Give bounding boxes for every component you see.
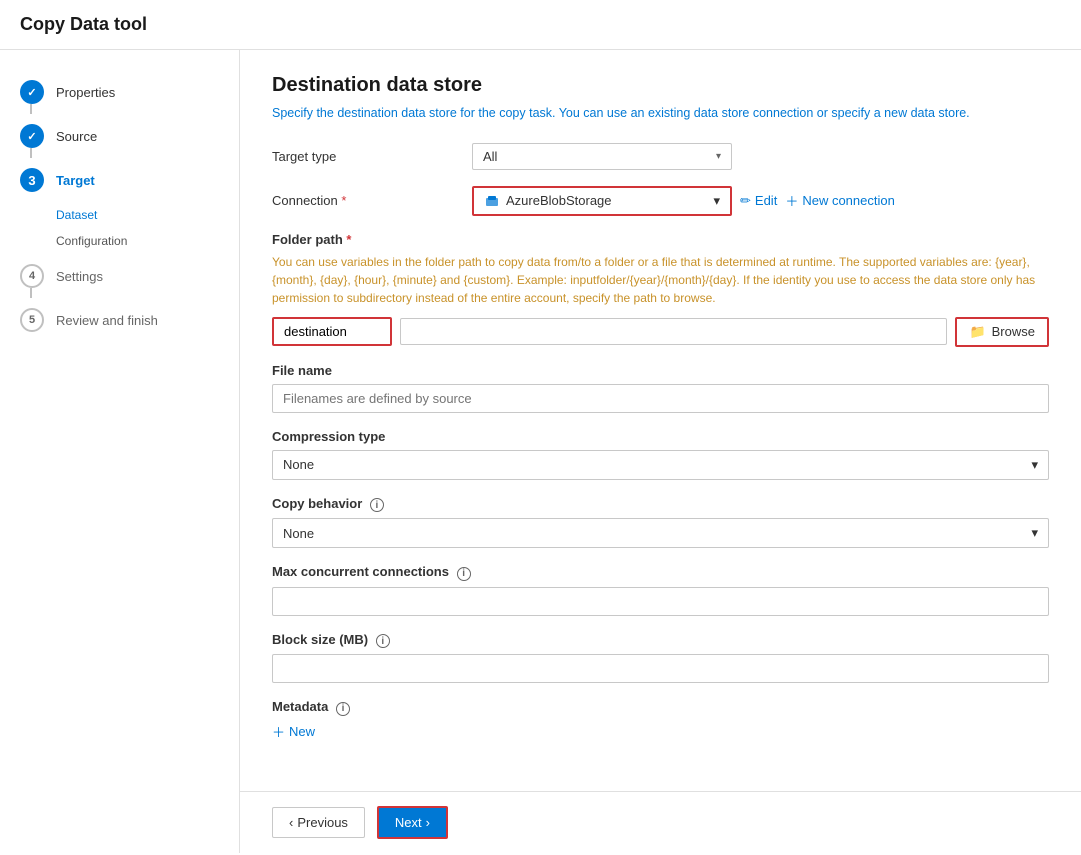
compression-type-select[interactable]: None ▾ (272, 450, 1049, 480)
copy-behavior-chevron-icon: ▾ (1031, 525, 1038, 541)
sidebar-item-settings[interactable]: 4 Settings (0, 254, 239, 298)
connection-label: Connection * (272, 193, 472, 208)
plus-icon: ＋ (785, 191, 798, 210)
folder-path-required: * (343, 232, 352, 247)
block-size-input[interactable] (272, 654, 1049, 683)
block-size-label: Block size (MB) i (272, 632, 1049, 649)
file-name-label: File name (272, 363, 1049, 378)
folder-path-label: Folder path * (272, 232, 1049, 247)
connection-row: Connection * AzureBlobStorage (272, 186, 1049, 216)
target-type-value: All (483, 149, 497, 164)
next-button[interactable]: Next › (377, 806, 448, 839)
max-concurrent-input[interactable] (272, 587, 1049, 616)
sidebar-item-source[interactable]: ✓ Source (0, 114, 239, 158)
target-type-row: Target type All ▾ (272, 143, 1049, 170)
edit-label: Edit (755, 193, 777, 208)
copy-behavior-section: Copy behavior i None ▾ (272, 496, 1049, 549)
previous-label: Previous (297, 815, 348, 830)
connection-value: AzureBlobStorage (506, 193, 612, 208)
metadata-label: Metadata i (272, 699, 1049, 716)
connection-control: AzureBlobStorage ▾ ✏ Edit ＋ New connecti… (472, 186, 1049, 216)
folder-path-rest-input[interactable] (400, 318, 947, 345)
page-description: Specify the destination data store for t… (272, 105, 1049, 123)
footer: ‹ Previous Next › (240, 791, 1081, 853)
step-circle-properties: ✓ (20, 80, 44, 104)
target-type-label: Target type (272, 149, 472, 164)
copy-behavior-value: None (283, 526, 314, 541)
max-concurrent-section: Max concurrent connections i (272, 564, 1049, 616)
app-title: Copy Data tool (0, 0, 1081, 50)
metadata-info-icon: i (336, 702, 350, 716)
folder-path-input[interactable] (272, 317, 392, 346)
step-circle-settings: 4 (20, 264, 44, 288)
previous-button[interactable]: ‹ Previous (272, 807, 365, 838)
connection-select[interactable]: AzureBlobStorage ▾ (472, 186, 732, 216)
sidebar-sub-configuration[interactable]: Configuration (0, 228, 239, 254)
folder-path-row: 📁 Browse (272, 317, 1049, 347)
copy-behavior-info-icon: i (370, 498, 384, 512)
step-circle-review: 5 (20, 308, 44, 332)
max-concurrent-info-icon: i (457, 567, 471, 581)
new-connection-label: New connection (802, 193, 895, 208)
metadata-section: Metadata i ＋ New (272, 699, 1049, 741)
sidebar-item-target[interactable]: 3 Target (0, 158, 239, 202)
target-type-control: All ▾ (472, 143, 1049, 170)
compression-type-section: Compression type None ▾ (272, 429, 1049, 480)
previous-chevron-icon: ‹ (289, 815, 293, 830)
next-label: Next (395, 815, 422, 830)
folder-path-info: You can use variables in the folder path… (272, 253, 1049, 307)
file-name-section: File name (272, 363, 1049, 413)
step-circle-source: ✓ (20, 124, 44, 148)
compression-type-label: Compression type (272, 429, 1049, 444)
connection-required: * (338, 193, 347, 208)
page-title: Destination data store (272, 74, 1049, 97)
copy-behavior-select[interactable]: None ▾ (272, 518, 1049, 548)
copy-behavior-label: Copy behavior i (272, 496, 1049, 513)
target-type-select[interactable]: All ▾ (472, 143, 732, 170)
sidebar-sub-dataset[interactable]: Dataset (0, 202, 239, 228)
next-chevron-icon: › (426, 815, 430, 830)
add-metadata-button[interactable]: ＋ New (272, 722, 315, 741)
step-label-settings: Settings (56, 269, 103, 284)
step-label-properties: Properties (56, 85, 115, 100)
edit-connection-button[interactable]: ✏ Edit (740, 193, 777, 209)
step-sub-label-configuration: Configuration (56, 234, 127, 248)
compression-type-value: None (283, 457, 314, 472)
sidebar: ✓ Properties ✓ Source 3 Target Dataset C… (0, 50, 240, 853)
edit-icon: ✏ (740, 193, 751, 209)
step-label-target: Target (56, 173, 95, 188)
target-type-chevron-icon: ▾ (716, 151, 721, 162)
block-size-info-icon: i (376, 634, 390, 648)
sidebar-item-properties[interactable]: ✓ Properties (0, 70, 239, 114)
browse-button[interactable]: 📁 Browse (955, 317, 1049, 347)
file-name-input[interactable] (272, 384, 1049, 413)
new-connection-button[interactable]: ＋ New connection (785, 191, 895, 210)
step-label-review: Review and finish (56, 313, 158, 328)
block-size-section: Block size (MB) i (272, 632, 1049, 684)
step-label-source: Source (56, 129, 97, 144)
compression-chevron-icon: ▾ (1031, 457, 1038, 473)
connection-chevron-icon: ▾ (713, 193, 720, 209)
browse-label: Browse (992, 324, 1035, 339)
folder-path-section: Folder path * You can use variables in t… (272, 232, 1049, 347)
folder-icon: 📁 (969, 324, 985, 340)
add-metadata-label: New (289, 724, 315, 739)
azure-blob-icon (484, 193, 500, 209)
sidebar-item-review[interactable]: 5 Review and finish (0, 298, 239, 342)
step-sub-label-dataset: Dataset (56, 208, 97, 222)
max-concurrent-label: Max concurrent connections i (272, 564, 1049, 581)
step-circle-target: 3 (20, 168, 44, 192)
add-metadata-plus-icon: ＋ (272, 722, 285, 741)
main-content: Destination data store Specify the desti… (240, 50, 1081, 791)
